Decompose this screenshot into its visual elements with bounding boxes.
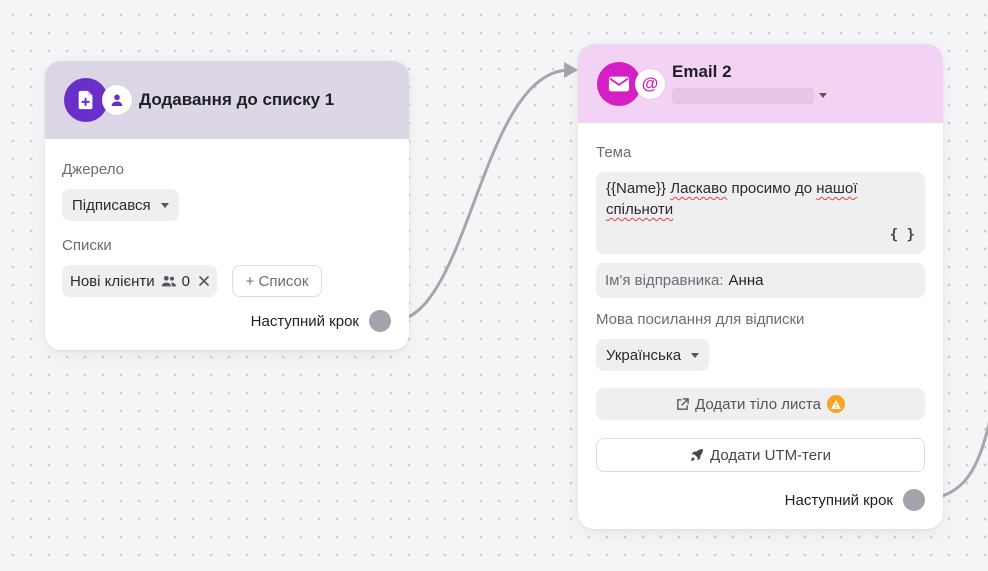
email-node[interactable]: @ Email 2 Тема {{Name}} Ласкаво просимо …	[578, 44, 943, 529]
add-to-list-node[interactable]: Додавання до списку 1 Джерело Підписався…	[45, 61, 409, 350]
connector-list-to-email	[390, 68, 572, 323]
chevron-down-icon	[160, 202, 169, 208]
chevron-down-icon	[819, 93, 827, 98]
external-link-icon	[677, 397, 689, 410]
next-step[interactable]: Наступний крок	[785, 489, 925, 511]
variables-button[interactable]: { }	[890, 225, 915, 246]
next-step-handle[interactable]	[903, 489, 925, 511]
add-body-label: Додати тіло листа	[695, 395, 821, 413]
close-icon[interactable]	[199, 276, 209, 286]
add-body-button[interactable]: Додати тіло листа	[596, 388, 925, 420]
connector-arrow-icon	[564, 62, 578, 78]
subject-field[interactable]: {{Name}} Ласкаво просимо до нашої спільно…	[596, 172, 925, 254]
add-utm-label: Додати UTM-теги	[710, 446, 831, 464]
add-to-list-header: Додавання до списку 1	[45, 61, 409, 139]
list-chip-count: 0	[181, 272, 190, 290]
source-label: Джерело	[62, 161, 124, 178]
sender-name-field[interactable]: Ім'я відправника: Анна	[596, 263, 925, 298]
sender-select-placeholder	[672, 87, 814, 104]
unsubscribe-language-label: Мова посилання для відписки	[596, 311, 805, 328]
rocket-icon	[691, 449, 704, 461]
add-list-button[interactable]: + Список	[232, 265, 322, 297]
sender-name-label: Ім'я відправника:	[605, 272, 724, 289]
email-title: Email 2	[672, 61, 732, 81]
next-step-label: Наступний крок	[250, 312, 359, 330]
source-value: Підписався	[72, 196, 151, 214]
node-title: Додавання до списку 1	[139, 90, 335, 109]
next-step[interactable]: Наступний крок	[251, 310, 391, 332]
subject-label: Тема	[596, 144, 632, 161]
person-icon	[102, 85, 132, 115]
next-step-handle[interactable]	[369, 310, 391, 332]
list-chip[interactable]: Нові клієнти 0	[62, 265, 217, 297]
warning-icon	[826, 395, 845, 413]
chevron-down-icon	[691, 352, 700, 358]
email-header: @ Email 2	[578, 44, 943, 123]
unsubscribe-language-value: Українська	[606, 346, 682, 364]
sender-select[interactable]	[672, 87, 827, 104]
next-step-label: Наступний крок	[784, 491, 893, 509]
at-sign-icon: @	[635, 68, 665, 99]
list-chip-name: Нові клієнти	[70, 272, 155, 290]
unsubscribe-language-dropdown[interactable]: Українська	[596, 339, 710, 371]
sender-name-value: Анна	[728, 272, 764, 289]
people-icon	[161, 276, 176, 287]
lists-label: Списки	[62, 237, 112, 254]
add-utm-button[interactable]: Додати UTM-теги	[596, 438, 925, 472]
source-dropdown[interactable]: Підписався	[62, 189, 179, 221]
